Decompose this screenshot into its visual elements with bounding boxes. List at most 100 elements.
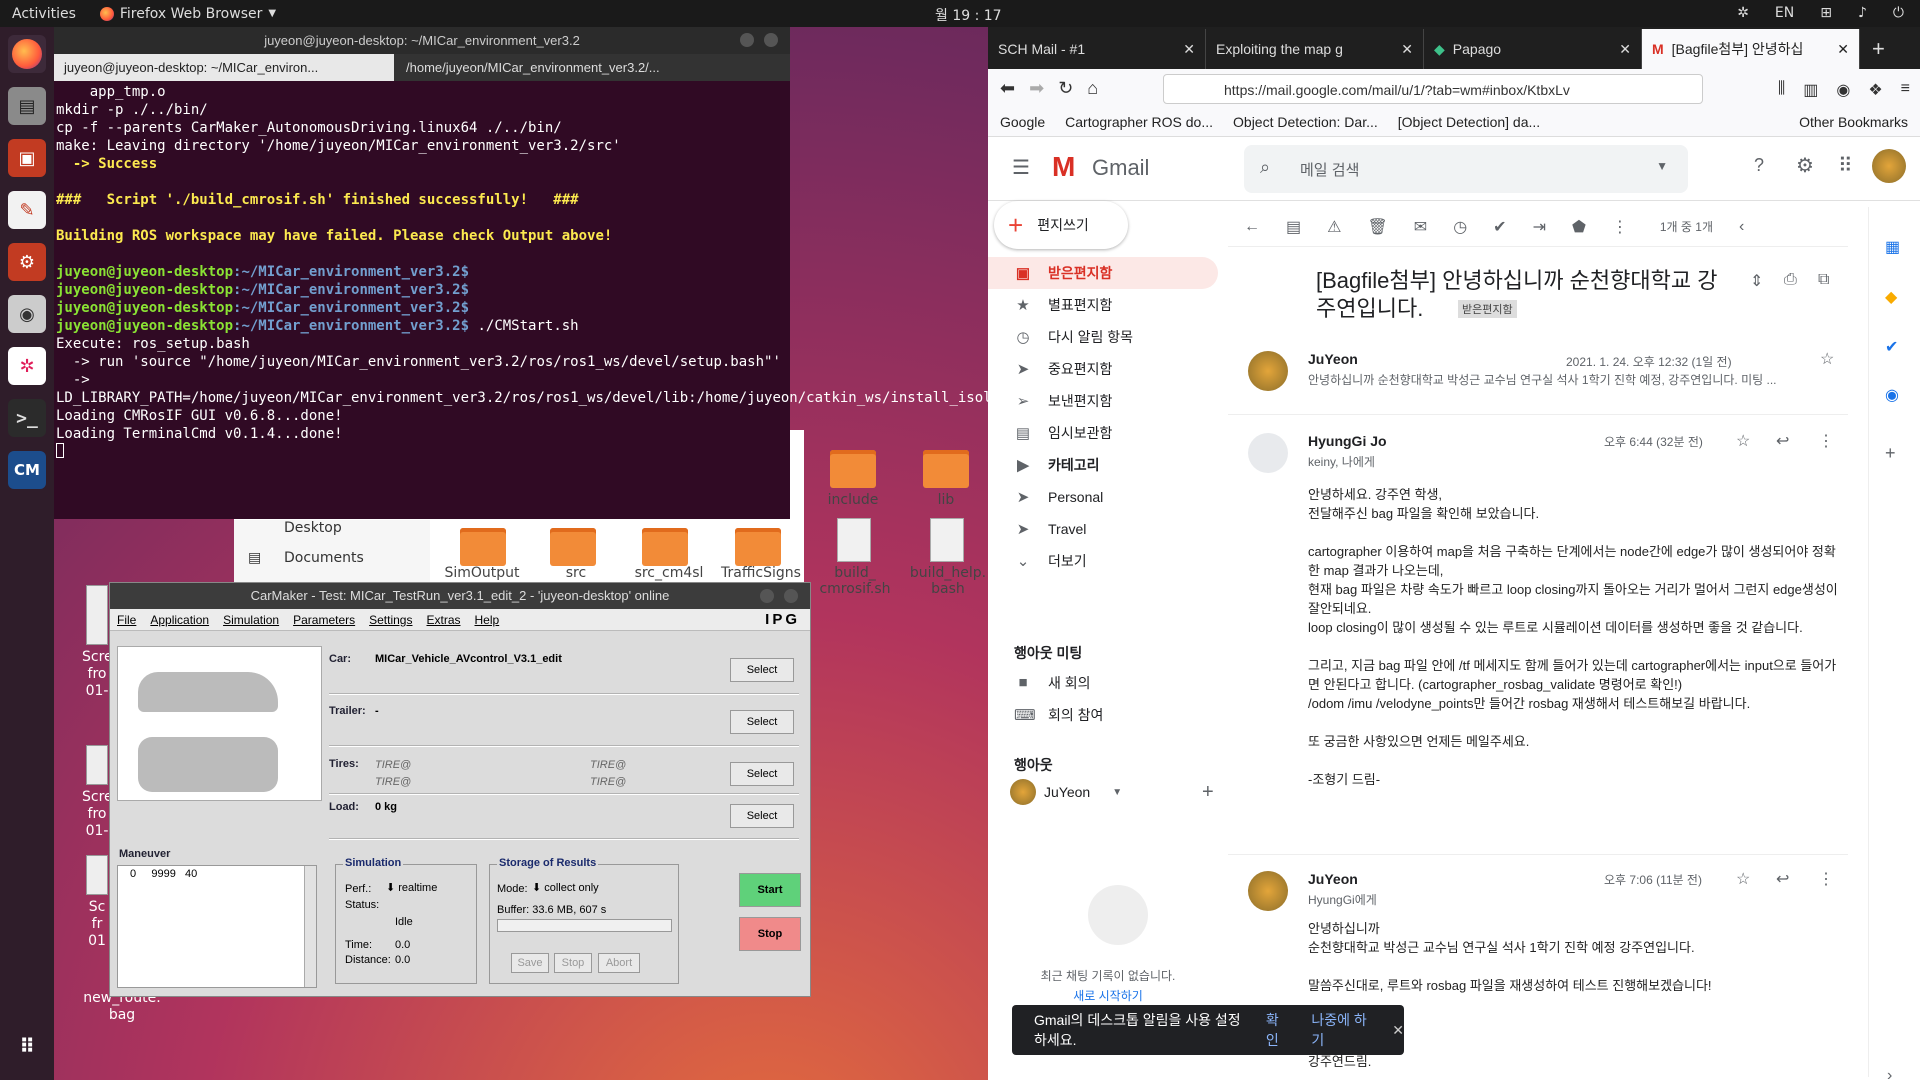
settings-icon[interactable]: ⚙ xyxy=(1796,153,1814,178)
mark-unread-icon[interactable]: ✉ xyxy=(1414,217,1427,237)
url-bar[interactable]: https://mail.google.com/mail/u/1/?tab=wm… xyxy=(1163,74,1703,104)
power-icon[interactable]: ⏻ xyxy=(1893,5,1904,21)
expand-icon[interactable]: ⇕ xyxy=(1750,271,1763,291)
add-addon-icon[interactable]: + xyxy=(1885,443,1896,464)
folder-icon[interactable] xyxy=(642,528,688,566)
select-trailer-button[interactable]: Select xyxy=(730,710,794,734)
close-icon[interactable]: ✕ xyxy=(1183,41,1195,58)
sidebar-item-desktop[interactable]: Desktop xyxy=(284,520,342,536)
nav-important[interactable]: ➤ 중요편지함 xyxy=(988,353,1228,385)
toast-ok-button[interactable]: 확인 xyxy=(1266,1010,1287,1050)
script-file-icon[interactable] xyxy=(930,518,964,562)
carmaker-dock-icon[interactable]: CM xyxy=(8,451,46,489)
menu-icon[interactable]: ≡ xyxy=(1901,80,1910,100)
minimize-icon[interactable] xyxy=(760,589,774,603)
more-icon[interactable]: ⋮ xyxy=(1818,869,1834,889)
toast-later-button[interactable]: 나중에 하기 xyxy=(1311,1010,1368,1050)
chevron-down-icon[interactable]: ▼ xyxy=(1656,159,1668,173)
sidebar-icon[interactable]: ▥ xyxy=(1803,80,1818,100)
desktop-file-icon[interactable]: Sc fr 01 xyxy=(82,855,112,950)
hangouts-user[interactable]: JuYeon ▼ xyxy=(1010,779,1122,805)
carmaker-window[interactable]: CarMaker - Test: MICar_TestRun_ver3.1_ed… xyxy=(109,582,811,997)
bookmark-object-detection[interactable]: Object Detection: Dar... xyxy=(1233,114,1378,130)
volume-icon[interactable]: ♪ xyxy=(1858,5,1867,21)
folder-icon[interactable] xyxy=(735,528,781,566)
browser-tab[interactable]: Exploiting the map g ✕ xyxy=(1206,29,1424,69)
mode-dropdown[interactable]: ⬇ collect only xyxy=(532,881,599,895)
network-icon[interactable]: ⊞ xyxy=(1820,5,1832,21)
firefox-window[interactable]: SCH Mail - #1 ✕ Exploiting the map g ✕ ◆ Pa… xyxy=(988,27,1920,1080)
menu-simulation[interactable]: Simulation xyxy=(223,613,279,627)
bookmark-object-detection-2[interactable]: [Object Detection] da... xyxy=(1398,114,1540,130)
select-load-button[interactable]: Select xyxy=(730,804,794,828)
close-icon[interactable]: ✕ xyxy=(1837,41,1849,58)
back-to-inbox-icon[interactable]: ← xyxy=(1244,218,1260,236)
abort-results-button[interactable]: Abort xyxy=(598,953,640,973)
save-results-button[interactable]: Save xyxy=(511,953,549,973)
folder-icon[interactable] xyxy=(923,450,969,488)
archive-icon[interactable]: ▤ xyxy=(1286,217,1301,237)
nav-sent[interactable]: ➢ 보낸편지함 xyxy=(988,385,1228,417)
menu-help[interactable]: Help xyxy=(475,613,500,627)
maneuver-list[interactable]: 0 9999 40 xyxy=(117,865,317,988)
stop-results-button[interactable]: Stop xyxy=(554,953,592,973)
apps-icon[interactable]: ⠿ xyxy=(1838,153,1853,178)
activities-button[interactable]: Activities xyxy=(12,6,76,22)
clock[interactable]: 월 19 : 17 xyxy=(935,5,1002,25)
chevron-left-icon[interactable]: ‹ xyxy=(1739,218,1744,236)
start-new-chat-link[interactable]: 새로 시작하기 xyxy=(988,987,1228,1004)
menu-application[interactable]: Application xyxy=(150,613,209,627)
snooze-icon[interactable]: ◷ xyxy=(1453,217,1467,237)
library-icon[interactable]: ⫼ xyxy=(1778,80,1785,100)
nav-inbox[interactable]: ▣ 받은편지함 xyxy=(988,257,1218,289)
reply-icon[interactable]: ↩ xyxy=(1776,869,1789,889)
print-icon[interactable]: ⎙ xyxy=(1784,271,1797,289)
main-menu-icon[interactable]: ☰ xyxy=(1012,155,1030,180)
close-icon[interactable]: ✕ xyxy=(1401,41,1413,58)
reply-icon[interactable]: ↩ xyxy=(1776,431,1789,451)
scrollbar[interactable] xyxy=(304,866,316,987)
select-car-button[interactable]: Select xyxy=(730,658,794,682)
minimize-icon[interactable] xyxy=(740,33,754,47)
meet-new[interactable]: ■ 새 회의 xyxy=(988,667,1228,699)
help-icon[interactable]: ? xyxy=(1754,155,1764,176)
keep-icon[interactable]: ◆ xyxy=(1885,287,1897,307)
new-tab-button[interactable]: + xyxy=(1860,29,1897,69)
search-icon[interactable]: ⌕ xyxy=(1260,157,1270,178)
stop-button[interactable]: Stop xyxy=(739,917,801,951)
nav-more[interactable]: ⌄ 더보기 xyxy=(988,545,1228,577)
star-icon[interactable]: ☆ xyxy=(1736,431,1750,451)
terminal-output[interactable]: app_tmp.o mkdir -p ./../bin/cp -f --paren… xyxy=(54,81,1514,460)
folder-icon[interactable] xyxy=(550,528,596,566)
bookmark-google[interactable]: Google xyxy=(1000,114,1045,130)
calendar-icon[interactable]: ▦ xyxy=(1885,237,1900,257)
extensions-icon[interactable]: ❖ xyxy=(1868,80,1882,100)
bookmark-cartographer[interactable]: Cartographer ROS do... xyxy=(1065,114,1213,130)
start-button[interactable]: Start xyxy=(739,873,801,907)
browser-tab[interactable]: SCH Mail - #1 ✕ xyxy=(988,29,1206,69)
star-icon[interactable]: ☆ xyxy=(1736,869,1750,889)
firefox-dock-icon[interactable] xyxy=(8,35,46,73)
maneuver-row[interactable]: 0 9999 40 xyxy=(118,866,316,882)
label-chip[interactable]: 받은편지함 xyxy=(1458,300,1517,318)
back-icon[interactable]: ⬅ xyxy=(1000,78,1015,99)
perf-dropdown[interactable]: ⬇ realtime xyxy=(386,881,437,895)
files-dock-icon[interactable]: ▤ xyxy=(8,87,46,125)
text-editor-dock-icon[interactable]: ✎ xyxy=(8,191,46,229)
browser-tab[interactable]: ◆ Papago ✕ xyxy=(1424,29,1642,69)
terminal-tab[interactable]: juyeon@juyeon-desktop: ~/MICar_environ..… xyxy=(54,54,394,81)
account-icon[interactable]: ◉ xyxy=(1836,80,1850,100)
menu-file[interactable]: File xyxy=(117,613,136,627)
slack-dock-icon[interactable]: ✲ xyxy=(8,347,46,385)
menu-extras[interactable]: Extras xyxy=(426,613,460,627)
tasks-icon[interactable]: ✔ xyxy=(1885,337,1898,357)
carmaker-titlebar[interactable]: CarMaker - Test: MICar_TestRun_ver3.1_ed… xyxy=(110,583,810,609)
nav-personal[interactable]: ➤ Personal xyxy=(988,481,1228,513)
close-icon[interactable] xyxy=(784,589,798,603)
system-tray[interactable]: ✲ EN ⊞ ♪ ⏻ xyxy=(1737,5,1904,21)
bookmark-other[interactable]: Other Bookmarks xyxy=(1799,114,1908,130)
terminal-titlebar[interactable]: juyeon@juyeon-desktop: ~/MICar_environme… xyxy=(54,27,790,54)
reload-icon[interactable]: ↻ xyxy=(1058,78,1073,99)
recipients[interactable]: keiny, 나에게 xyxy=(1308,453,1375,470)
nav-snoozed[interactable]: ◷ 다시 알림 항목 xyxy=(988,321,1228,353)
